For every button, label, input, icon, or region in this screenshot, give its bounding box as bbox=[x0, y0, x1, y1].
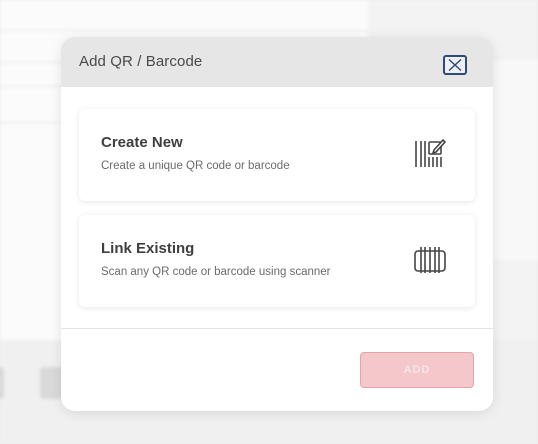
option-subtitle: Scan any QR code or barcode using scanne… bbox=[101, 266, 331, 278]
add-qr-barcode-dialog: Add QR / Barcode Create New Create a uni… bbox=[61, 37, 493, 411]
option-link-existing[interactable]: Link Existing Scan any QR code or barcod… bbox=[79, 215, 475, 307]
option-create-new[interactable]: Create New Create a unique QR code or ba… bbox=[79, 109, 475, 201]
option-subtitle: Create a unique QR code or barcode bbox=[101, 160, 290, 172]
background-chip bbox=[0, 367, 4, 399]
barcode-scanner-icon bbox=[414, 247, 446, 273]
close-icon bbox=[448, 59, 462, 71]
close-button[interactable] bbox=[443, 55, 467, 75]
add-button[interactable]: ADD bbox=[360, 352, 474, 388]
footer-divider bbox=[61, 328, 493, 329]
dialog-title: Add QR / Barcode bbox=[79, 53, 203, 70]
barcode-edit-icon bbox=[415, 138, 447, 167]
background-divider bbox=[0, 30, 368, 31]
option-title: Link Existing bbox=[101, 240, 195, 257]
dialog-header: Add QR / Barcode bbox=[61, 37, 493, 87]
option-title: Create New bbox=[101, 134, 183, 151]
